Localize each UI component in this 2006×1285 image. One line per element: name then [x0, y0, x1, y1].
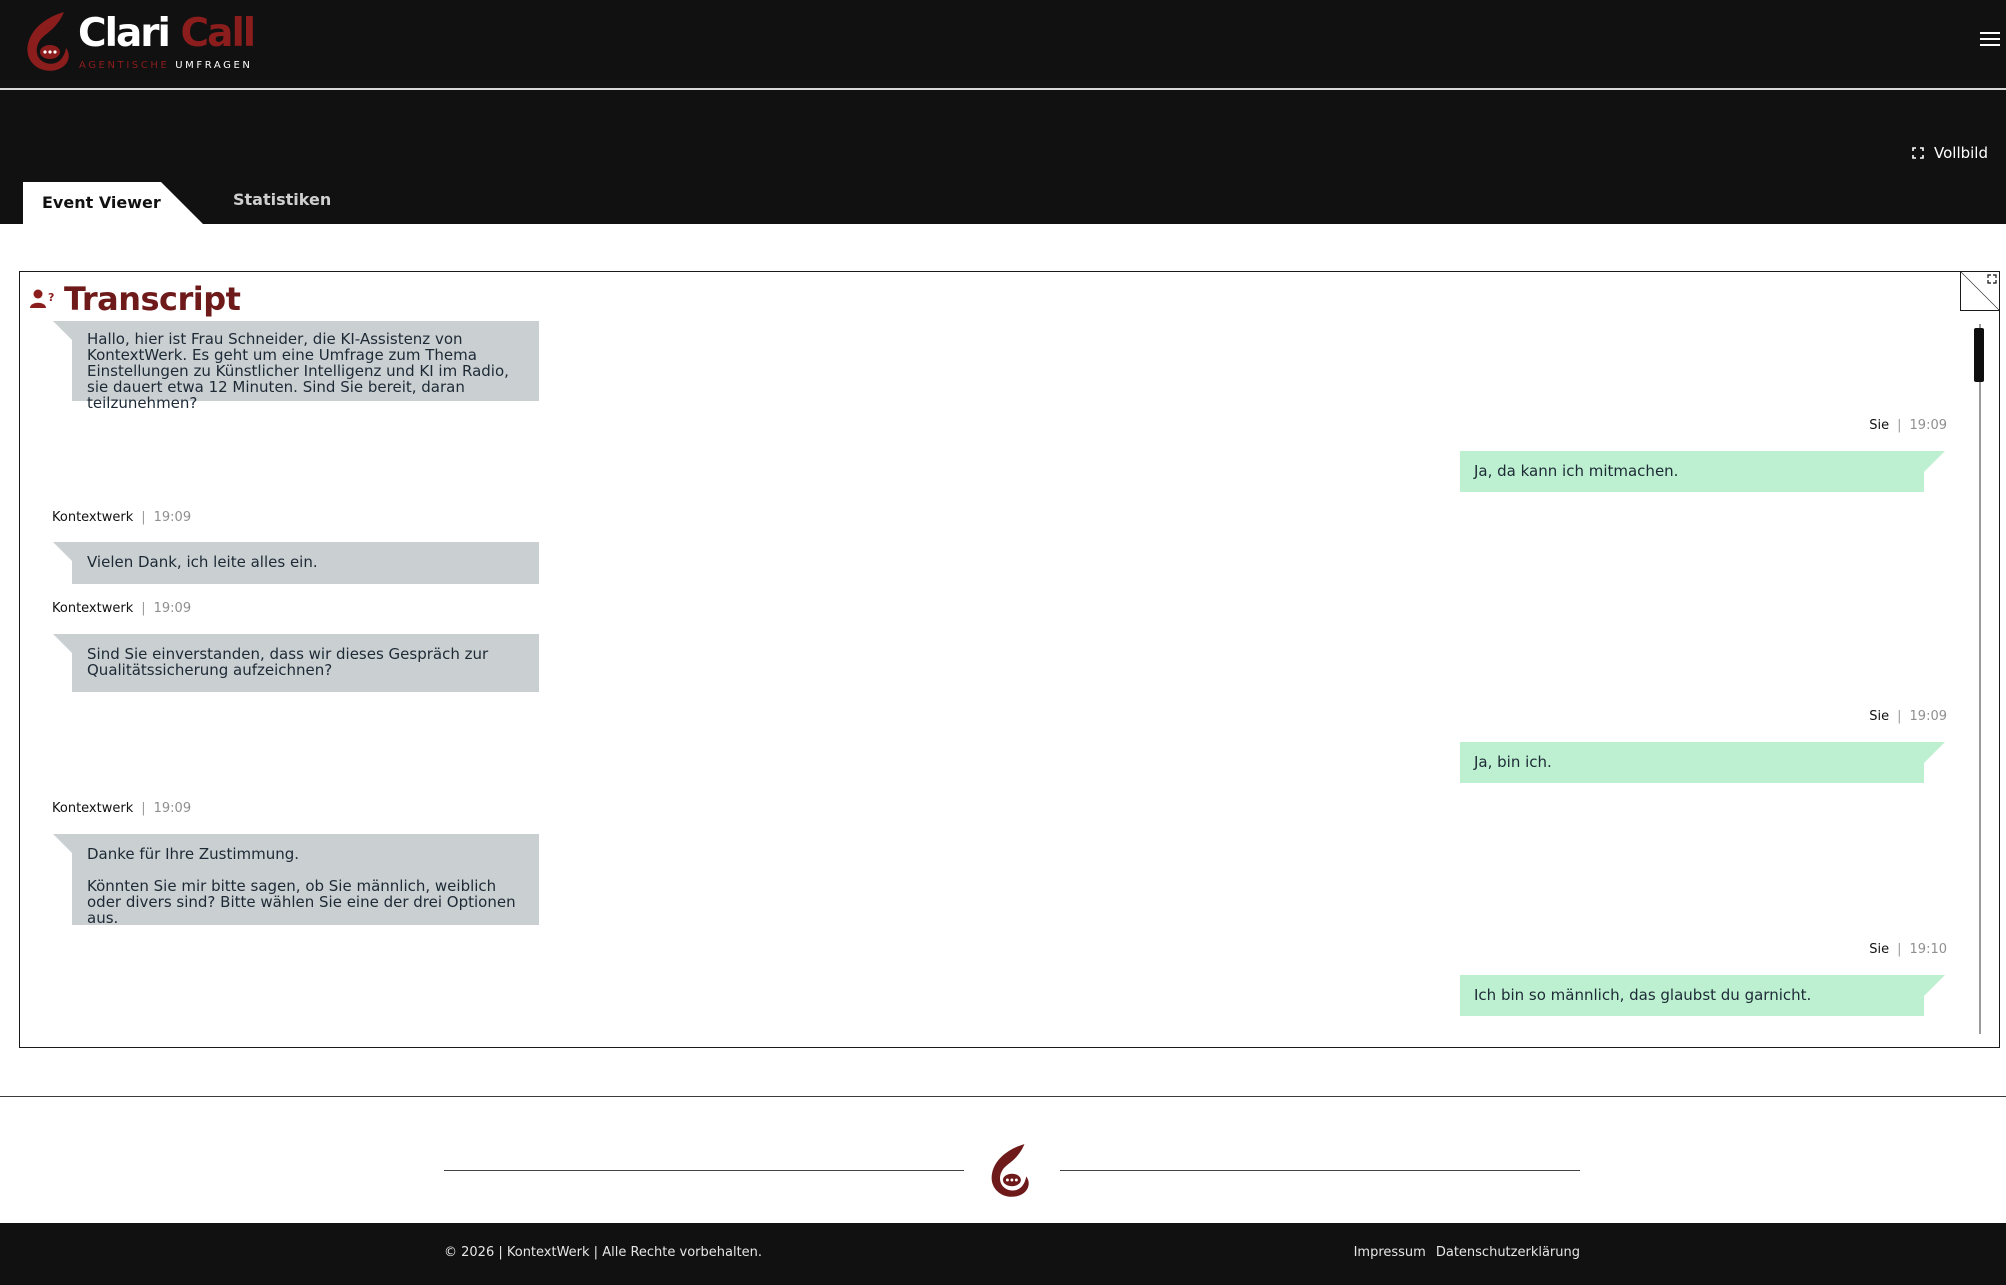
sender-name: Kontextwerk — [52, 601, 134, 616]
fullscreen-icon — [1912, 147, 1924, 159]
message-time: 19:09 — [1909, 418, 1947, 433]
message-text: Ja, bin ich. — [1474, 753, 1552, 771]
flame-chat-logo-icon — [27, 12, 69, 71]
clari-call-logo[interactable]: Clari Call AGENTISCHE UMFRAGEN — [20, 8, 256, 78]
footer-line-left — [444, 1170, 964, 1171]
transcript-panel: ? Transcript Hallo, hier ist Frau Schnei… — [19, 271, 2000, 1048]
message-bubble-bot: Danke für Ihre Zustimmung. Könnten Sie m… — [72, 834, 539, 927]
message-time: 19:09 — [153, 601, 192, 616]
message-text: Danke für Ihre Zustimmung. — [87, 845, 300, 863]
svg-text:?: ? — [48, 291, 54, 304]
message-time: 19:09 — [153, 801, 192, 816]
message-meta-bot: Kontextwerk | 19:09 — [52, 510, 192, 525]
bubble-tail — [1923, 742, 1945, 764]
message-text: Sind Sie einverstanden, dass wir dieses … — [87, 645, 489, 679]
fullscreen-button[interactable]: Vollbild — [1912, 144, 1988, 162]
brand-name-part1: Clari — [78, 11, 171, 56]
message-text: Könnten Sie mir bitte sagen, ob Sie männ… — [87, 877, 516, 927]
scrollbar-track[interactable] — [1979, 324, 1981, 1034]
footer-line-right — [1060, 1170, 1580, 1171]
transcript-title: Transcript — [64, 280, 241, 318]
bubble-tail — [1923, 451, 1945, 473]
message-bubble-user: Ja, da kann ich mitmachen. — [1460, 451, 1924, 492]
message-bubble-bot: Sind Sie einverstanden, dass wir dieses … — [72, 634, 539, 692]
message-bubble-bot: Vielen Dank, ich leite alles ein. — [72, 542, 539, 584]
message-bubble-user: Ich bin so männlich, das glaubst du garn… — [1460, 975, 1924, 1016]
message-time: 19:09 — [1909, 709, 1947, 724]
bubble-tail — [53, 634, 73, 654]
brand-tagline-part1: AGENTISCHE — [79, 60, 170, 71]
scrollbar-thumb[interactable] — [1974, 328, 1984, 382]
message-bubble-user: Ja, bin ich. — [1460, 742, 1924, 783]
brand-tagline: AGENTISCHE UMFRAGEN — [79, 60, 253, 71]
message-text: Ich bin so männlich, das glaubst du garn… — [1474, 986, 1812, 1004]
brand-tagline-part2: UMFRAGEN — [175, 60, 253, 71]
sender-name: Kontextwerk — [52, 801, 134, 816]
message-text: Ja, da kann ich mitmachen. — [1474, 462, 1679, 480]
datenschutz-link[interactable]: Datenschutzerklärung — [1436, 1245, 1580, 1260]
message-meta-user: Sie | 19:09 — [1869, 709, 1947, 724]
message-text: Hallo, hier ist Frau Schneider, die KI-A… — [87, 330, 509, 412]
hamburger-menu-icon[interactable] — [1980, 32, 2000, 50]
bubble-tail — [53, 321, 73, 341]
sender-name: Sie — [1869, 709, 1890, 724]
bubble-tail — [1923, 975, 1945, 997]
flame-chat-logo-icon — [991, 1144, 1029, 1197]
message-meta-bot: Kontextwerk | 19:09 — [52, 601, 192, 616]
message-time: 19:10 — [1909, 942, 1947, 957]
sender-name: Sie — [1869, 418, 1890, 433]
fullscreen-label: Vollbild — [1934, 144, 1988, 162]
footer-divider — [0, 1096, 2006, 1097]
tab-event-viewer[interactable]: Event Viewer — [23, 182, 203, 224]
top-navigation-bar: Clari Call AGENTISCHE UMFRAGEN — [0, 0, 2006, 90]
bubble-tail — [53, 834, 73, 854]
tab-bar: Vollbild Event Viewer Statistiken — [0, 90, 2006, 224]
sender-name: Kontextwerk — [52, 510, 134, 525]
message-text: Vielen Dank, ich leite alles ein. — [87, 553, 318, 571]
copyright-text: © 2026 | KontextWerk | Alle Rechte vorbe… — [444, 1245, 763, 1260]
user-question-icon: ? — [30, 289, 54, 308]
message-time: 19:09 — [153, 510, 192, 525]
panel-resize-corner[interactable] — [1960, 272, 1999, 311]
tab-statistiken[interactable]: Statistiken — [233, 190, 331, 209]
sender-name: Sie — [1869, 942, 1890, 957]
impressum-link[interactable]: Impressum — [1354, 1245, 1426, 1260]
bubble-tail — [53, 542, 73, 562]
transcript-header: ? Transcript — [30, 280, 241, 318]
footer-links: Impressum Datenschutzerklärung — [1354, 1245, 1580, 1260]
brand-name-part2: Call — [180, 11, 257, 56]
footer-bar: © 2026 | KontextWerk | Alle Rechte vorbe… — [0, 1223, 2006, 1285]
expand-icon — [1987, 274, 1997, 284]
message-meta-user: Sie | 19:10 — [1869, 942, 1947, 957]
message-meta-user: Sie | 19:09 — [1869, 418, 1947, 433]
message-meta-bot: Kontextwerk | 19:09 — [52, 801, 192, 816]
brand-name: Clari Call — [78, 11, 257, 56]
message-bubble-bot: Hallo, hier ist Frau Schneider, die KI-A… — [72, 321, 539, 411]
